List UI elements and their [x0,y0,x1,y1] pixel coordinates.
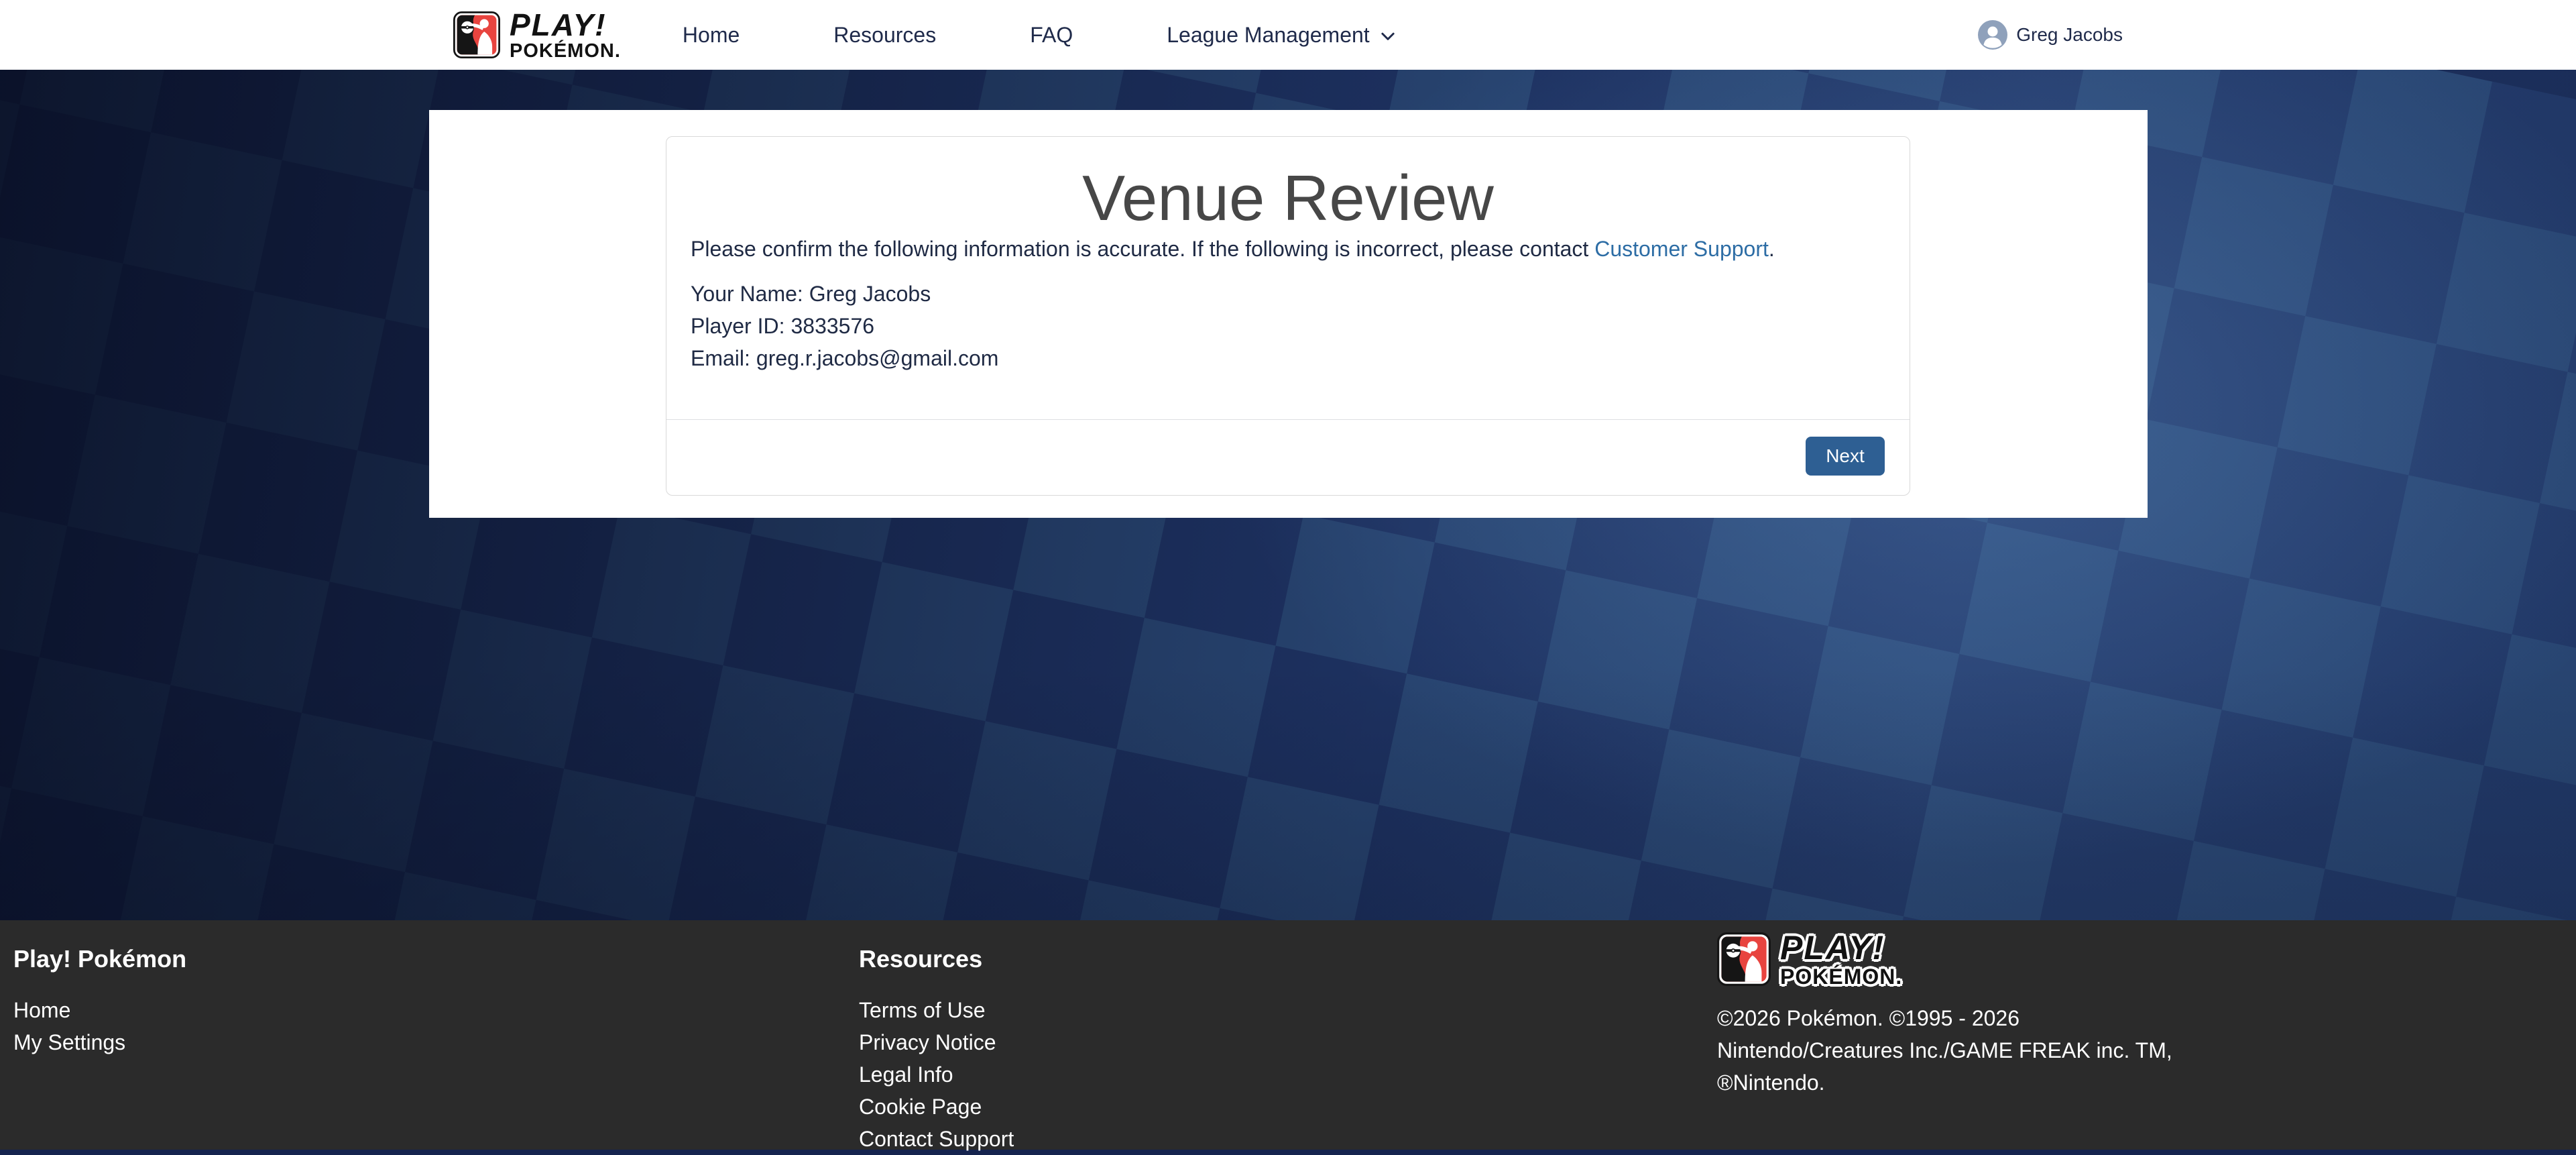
nav-faq[interactable]: FAQ [1030,23,1073,48]
logo-pokemon-text: POKÉMON. [510,42,621,61]
nav-home[interactable]: Home [683,23,740,48]
footer-heading-resources: Resources [859,944,1717,974]
copyright-line: ®Nintendo. [1717,1066,2207,1099]
field-label: Player ID: [691,314,784,338]
logo-wordmark: PLAY! POKÉMON. [1780,931,1902,987]
footer-column-play-pokemon: Play! Pokémon Home My Settings [13,944,859,1150]
field-label: Your Name: [691,282,803,306]
logo-wordmark: PLAY! POKÉMON. [510,9,621,61]
copyright-text: ©2026 Pokémon. ©1995 - 2026 Nintendo/Cre… [1717,1002,2207,1099]
header-logo[interactable]: PLAY! POKÉMON. [453,9,621,61]
footer-link-contact-support[interactable]: Contact Support [859,1123,1717,1155]
content-panel: Venue Review Please confirm the followin… [429,110,2148,518]
nav-resources[interactable]: Resources [833,23,936,48]
play-pokemon-logo-icon [1717,932,1771,986]
nav-league-management[interactable]: League Management [1167,23,1397,48]
player-info: Your Name:Greg Jacobs Player ID:3833576 … [691,278,1885,374]
next-button[interactable]: Next [1806,437,1885,476]
footer-logo[interactable]: PLAY! POKÉMON. [1717,931,2207,987]
logo-play-text: PLAY! [1780,931,1902,965]
header-container: PLAY! POKÉMON. Home Resources FAQ League… [453,0,2123,70]
field-email: Email:greg.r.jacobs@gmail.com [691,342,1885,374]
footer-column-resources: Resources Terms of Use Privacy Notice Le… [859,944,1717,1150]
copyright-line: ©2026 Pokémon. ©1995 - 2026 [1717,1002,2207,1034]
footer-column-legal: PLAY! POKÉMON. ©2026 Pokémon. ©1995 - 20… [1717,931,2207,1136]
intro-prefix: Please confirm the following information… [691,237,1594,261]
footer-link-privacy-notice[interactable]: Privacy Notice [859,1026,1717,1058]
footer: Play! Pokémon Home My Settings Resources… [0,920,2576,1150]
venue-review-card: Venue Review Please confirm the followin… [666,136,1910,496]
field-your-name: Your Name:Greg Jacobs [691,278,1885,310]
field-player-id: Player ID: 3833576 [691,310,1885,342]
field-label: Email: [691,346,750,370]
copyright-line: Nintendo/Creatures Inc./GAME FREAK inc. … [1717,1034,2207,1066]
header: PLAY! POKÉMON. Home Resources FAQ League… [0,0,2576,70]
footer-links-play-pokemon: Home My Settings [13,994,859,1058]
customer-support-link[interactable]: Customer Support [1594,237,1769,261]
logo-play-text: PLAY! [510,9,621,40]
footer-link-my-settings[interactable]: My Settings [13,1026,859,1058]
user-name: Greg Jacobs [2016,24,2123,46]
footer-link-home[interactable]: Home [13,994,859,1026]
intro-suffix: . [1769,237,1775,261]
play-pokemon-logo-icon [453,11,500,58]
nav-league-management-label: League Management [1167,23,1369,48]
footer-links-resources: Terms of Use Privacy Notice Legal Info C… [859,994,1717,1155]
field-value: 3833576 [791,314,874,338]
user-menu[interactable]: Greg Jacobs [1978,20,2123,50]
footer-heading-play-pokemon: Play! Pokémon [13,944,859,974]
chevron-down-icon [1378,26,1398,46]
field-value: greg.r.jacobs@gmail.com [756,346,999,370]
confirmation-text: Please confirm the following information… [691,236,1885,262]
footer-link-cookie-page[interactable]: Cookie Page [859,1091,1717,1123]
logo-pokemon-text: POKÉMON. [1780,966,1902,987]
field-value: Greg Jacobs [809,282,931,306]
user-avatar-icon [1978,20,2007,50]
main-nav: Home Resources FAQ League Management [683,23,1398,48]
page-background: Venue Review Please confirm the followin… [0,70,2576,920]
footer-link-legal-info[interactable]: Legal Info [859,1058,1717,1091]
page-title: Venue Review [666,166,1910,231]
card-footer: Next [666,419,1910,495]
footer-link-terms-of-use[interactable]: Terms of Use [859,994,1717,1026]
